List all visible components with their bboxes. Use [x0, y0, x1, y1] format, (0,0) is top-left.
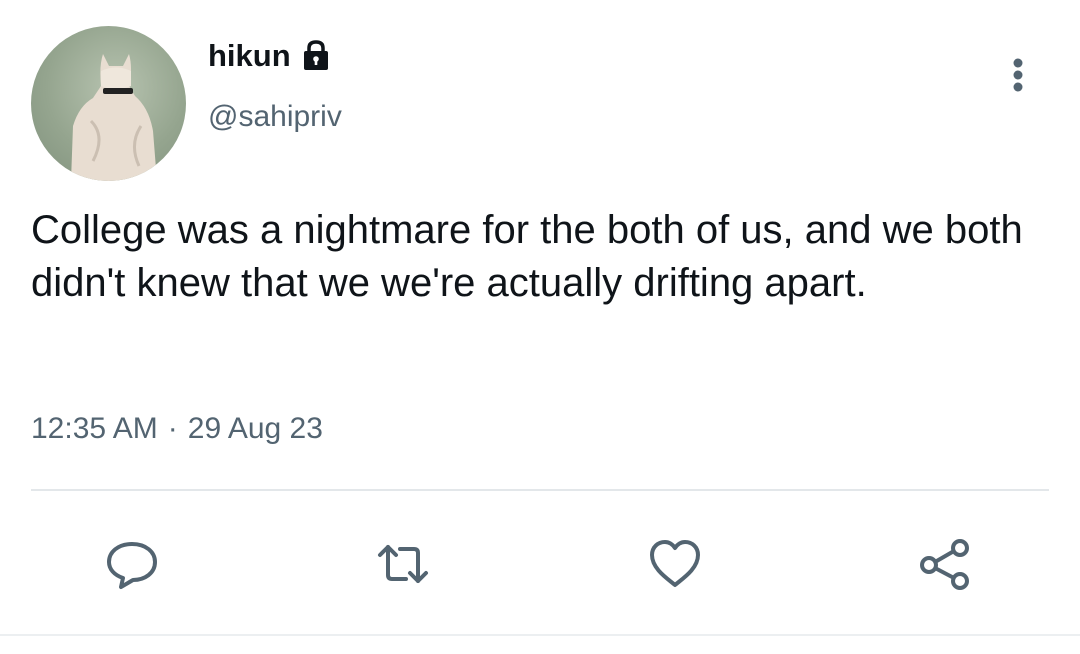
retweet-button[interactable] [372, 533, 434, 595]
bottom-divider [0, 634, 1080, 636]
meta-separator: · [167, 412, 178, 445]
divider [31, 489, 1049, 491]
tweet-time[interactable]: 12:35 AM [31, 414, 158, 444]
tweet-date[interactable]: 29 Aug 23 [188, 414, 323, 444]
tweet-text: College was a nightmare for the both of … [31, 208, 1023, 305]
user-handle[interactable]: @sahipriv [208, 102, 342, 132]
reply-icon [107, 542, 157, 589]
like-button[interactable] [644, 533, 706, 595]
retweet-icon [378, 545, 428, 583]
share-icon [920, 539, 969, 590]
display-name-row: hikun [208, 38, 333, 72]
reply-button[interactable] [101, 533, 163, 595]
lock-icon [303, 40, 328, 70]
avatar[interactable] [31, 26, 186, 181]
more-vertical-icon[interactable] [1004, 56, 1032, 96]
display-name[interactable]: hikun [208, 40, 291, 71]
heart-icon [650, 540, 700, 587]
share-button[interactable] [914, 533, 976, 595]
tweet-meta: 12:35 AM · 29 Aug 23 [31, 414, 323, 444]
